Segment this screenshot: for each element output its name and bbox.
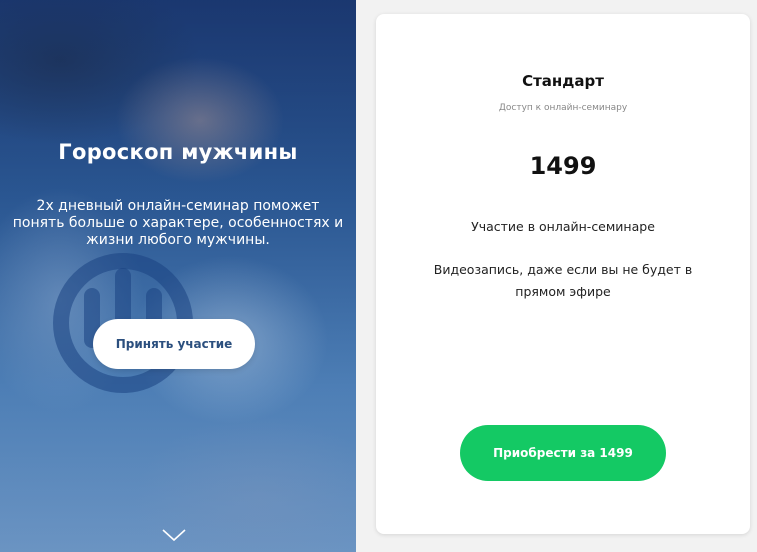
hero-description: 2х дневный онлайн-семинар поможет понять…: [12, 198, 344, 248]
plan-feature: Видеозапись, даже если вы не будет в пря…: [433, 262, 693, 299]
plan-price: 1499: [529, 152, 597, 180]
plan-subtitle: Доступ к онлайн-семинару: [498, 103, 628, 113]
hero-panel: Гороскоп мужчины 2х дневный онлайн-семин…: [0, 0, 356, 552]
plan-title: Стандарт: [522, 72, 604, 90]
pricing-card: Стандарт Доступ к онлайн-семинару 1499 У…: [376, 14, 750, 534]
plan-feature: Участие в онлайн-семинаре: [471, 219, 655, 234]
chevron-down-icon[interactable]: [161, 528, 187, 542]
join-button[interactable]: Принять участие: [93, 319, 255, 369]
hero-title: Гороскоп мужчины: [58, 140, 298, 164]
buy-button[interactable]: Приобрести за 1499: [460, 425, 666, 481]
